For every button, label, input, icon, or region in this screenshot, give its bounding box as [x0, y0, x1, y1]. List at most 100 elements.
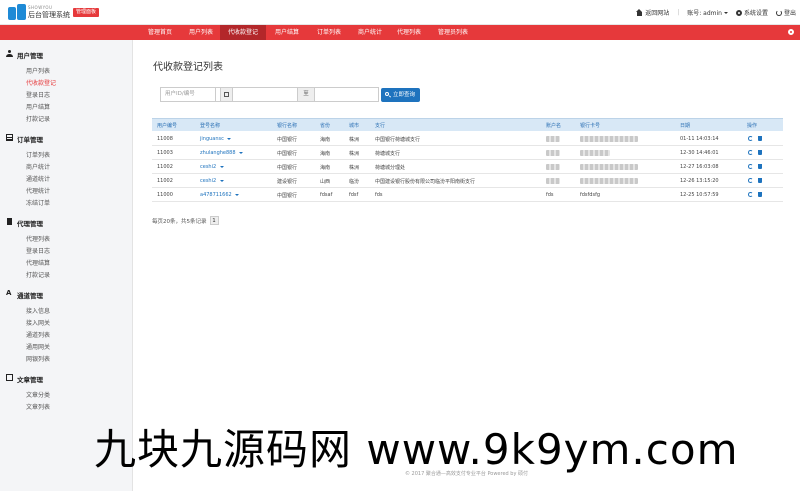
cell-date: 01-11 14:03:14	[680, 136, 719, 142]
logo-icon[interactable]	[8, 4, 26, 20]
login-name-link[interactable]: ceshi2	[200, 164, 216, 170]
tab-home[interactable]: 管理首页	[138, 25, 182, 40]
sidebar-item-access-gateway[interactable]: 接入网关	[26, 318, 50, 327]
login-name-link[interactable]: jinguansc	[200, 136, 224, 142]
redacted-account	[546, 164, 560, 170]
start-date-input[interactable]	[233, 87, 298, 102]
sidebar-item-frozen-orders[interactable]: 冻结订单	[26, 198, 50, 207]
sidebar-item-channel-list[interactable]: 通道列表	[26, 330, 50, 339]
sidebar-item-bank-list[interactable]: 网银列表	[26, 354, 50, 363]
sidebar-group-article[interactable]: 文章管理	[6, 374, 43, 384]
col-bank-name[interactable]: 银行名称	[277, 122, 297, 129]
search-button[interactable]: 立即查询	[381, 87, 421, 102]
tab-user-list[interactable]: 用户列表	[182, 25, 220, 40]
refresh-icon[interactable]	[748, 136, 753, 141]
cell-card-number: fdsfdsfg	[580, 192, 601, 198]
tab-user-settlement[interactable]: 用户结算	[266, 25, 308, 40]
cell-user-id: 11008	[157, 136, 173, 142]
cell-login-name[interactable]: zhulanghe888	[200, 150, 244, 156]
trash-icon[interactable]	[758, 164, 762, 169]
sidebar-item-login-log[interactable]: 登录日志	[26, 90, 50, 99]
cell-bank: 中国银行	[277, 137, 298, 143]
trash-icon[interactable]	[758, 136, 762, 141]
sidebar-item-article-list[interactable]: 文章列表	[26, 402, 50, 411]
sidebar-item-payment-record[interactable]: 打款记录	[26, 114, 50, 123]
user-id-input[interactable]: 用户ID/编号	[160, 87, 216, 102]
cell-date: 12-30 14:46:01	[680, 150, 719, 156]
sidebar-item-user-list[interactable]: 用户列表	[26, 66, 50, 75]
sidebar-item-access-info[interactable]: 接入信息	[26, 306, 50, 315]
tab-admin-list[interactable]: 管理员列表	[428, 25, 478, 40]
page-number[interactable]: 1	[209, 216, 219, 225]
sidebar-item-collection-register[interactable]: 代收款登记	[26, 78, 56, 87]
trash-icon[interactable]	[758, 178, 762, 183]
cell-bank: 中国银行	[277, 193, 298, 199]
sidebar-group-user[interactable]: 用户管理	[6, 50, 43, 60]
home-icon	[636, 9, 643, 16]
trash-icon[interactable]	[758, 192, 762, 197]
col-date[interactable]: 日期	[680, 122, 690, 129]
cell-login-name[interactable]: ceshi2	[200, 178, 224, 184]
back-to-site-label: 返回网站	[645, 10, 670, 17]
tab-collection-register[interactable]: 代收款登记	[220, 25, 266, 40]
col-city[interactable]: 城市	[349, 122, 359, 129]
sidebar-item-order-list[interactable]: 订单列表	[26, 150, 50, 159]
cell-branch: 荷塘城支行	[375, 151, 401, 157]
gear-icon[interactable]	[788, 29, 794, 35]
search-form: 用户ID/编号 至 立即查询	[160, 87, 421, 102]
account-dropdown[interactable]: 账号: admin	[687, 8, 728, 17]
cell-login-name[interactable]: a478711662	[200, 192, 240, 198]
cell-login-name[interactable]: ceshi2	[200, 164, 224, 170]
redacted-account	[546, 136, 560, 142]
col-card-number[interactable]: 银行卡号	[580, 122, 600, 129]
login-name-link[interactable]: a478711662	[200, 192, 232, 198]
sidebar-item-general-gateway[interactable]: 通用网关	[26, 342, 50, 351]
sidebar-item-agent-settlement[interactable]: 代理结算	[26, 258, 50, 267]
tab-order-list[interactable]: 订单列表	[308, 25, 350, 40]
col-province[interactable]: 省份	[320, 122, 330, 129]
col-login-name[interactable]: 登号名称	[200, 122, 220, 129]
sidebar-item-channel-stats[interactable]: 通道统计	[26, 174, 50, 183]
end-date-input[interactable]	[314, 87, 379, 102]
chevron-down-icon	[239, 152, 244, 154]
sidebar-item-agent-payment-record[interactable]: 打款记录	[26, 270, 50, 279]
cell-login-name[interactable]: jinguansc	[200, 136, 232, 142]
refresh-icon[interactable]	[748, 192, 753, 197]
table-row: 11002 ceshi2 建设银行 山西 临汾 中国建设银行股份有限公司临汾平阳…	[152, 174, 783, 188]
account-label: 账号: admin	[687, 10, 722, 17]
col-user-id[interactable]: 用户编号	[157, 122, 177, 129]
sidebar-group-order[interactable]: 订单管理	[6, 134, 43, 144]
refresh-icon[interactable]	[748, 150, 753, 155]
sidebar-item-merchant-stats[interactable]: 商户统计	[26, 162, 50, 171]
tab-agent-list[interactable]: 代理列表	[390, 25, 428, 40]
date-range-separator: 至	[298, 87, 314, 102]
sidebar-group-agent[interactable]: 代理管理	[7, 218, 43, 228]
refresh-icon[interactable]	[748, 178, 753, 183]
redacted-card	[580, 178, 638, 184]
table-row: 11003 zhulanghe888 中国银行 海南 株洲 荷塘城支行 12-3…	[152, 146, 783, 160]
sidebar-item-user-settlement[interactable]: 用户结算	[26, 102, 50, 111]
back-to-site-link[interactable]: 返回网站	[636, 8, 669, 17]
col-branch[interactable]: 支行	[375, 122, 385, 129]
tab-merchant-stats[interactable]: 商户统计	[350, 25, 390, 40]
sidebar-group-channel[interactable]: A 通道管理	[6, 290, 43, 301]
refresh-icon[interactable]	[748, 164, 753, 169]
settings-link[interactable]: 系统设置	[735, 8, 768, 17]
sidebar-item-agent-login-log[interactable]: 登录日志	[26, 246, 50, 255]
trash-icon[interactable]	[758, 150, 762, 155]
logout-link[interactable]: 登出	[775, 8, 796, 17]
sidebar-item-agent-list[interactable]: 代理列表	[26, 234, 50, 243]
col-account-name[interactable]: 账户名	[546, 122, 561, 129]
login-name-link[interactable]: ceshi2	[200, 178, 216, 184]
cell-account-name: fds	[546, 192, 554, 198]
cell-province: 海南	[320, 151, 331, 157]
cell-province: 海南	[320, 165, 331, 171]
cell-city: fdsf	[349, 192, 359, 198]
chevron-down-icon	[219, 180, 224, 182]
sidebar-item-agent-stats[interactable]: 代理统计	[26, 186, 50, 195]
login-name-link[interactable]: zhulanghe888	[200, 150, 236, 156]
sidebar-item-article-category[interactable]: 文章分类	[26, 390, 50, 399]
brand-name[interactable]: 后台管理系统	[28, 10, 70, 20]
search-button-label: 立即查询	[393, 91, 416, 98]
chevron-down-icon	[219, 166, 224, 168]
